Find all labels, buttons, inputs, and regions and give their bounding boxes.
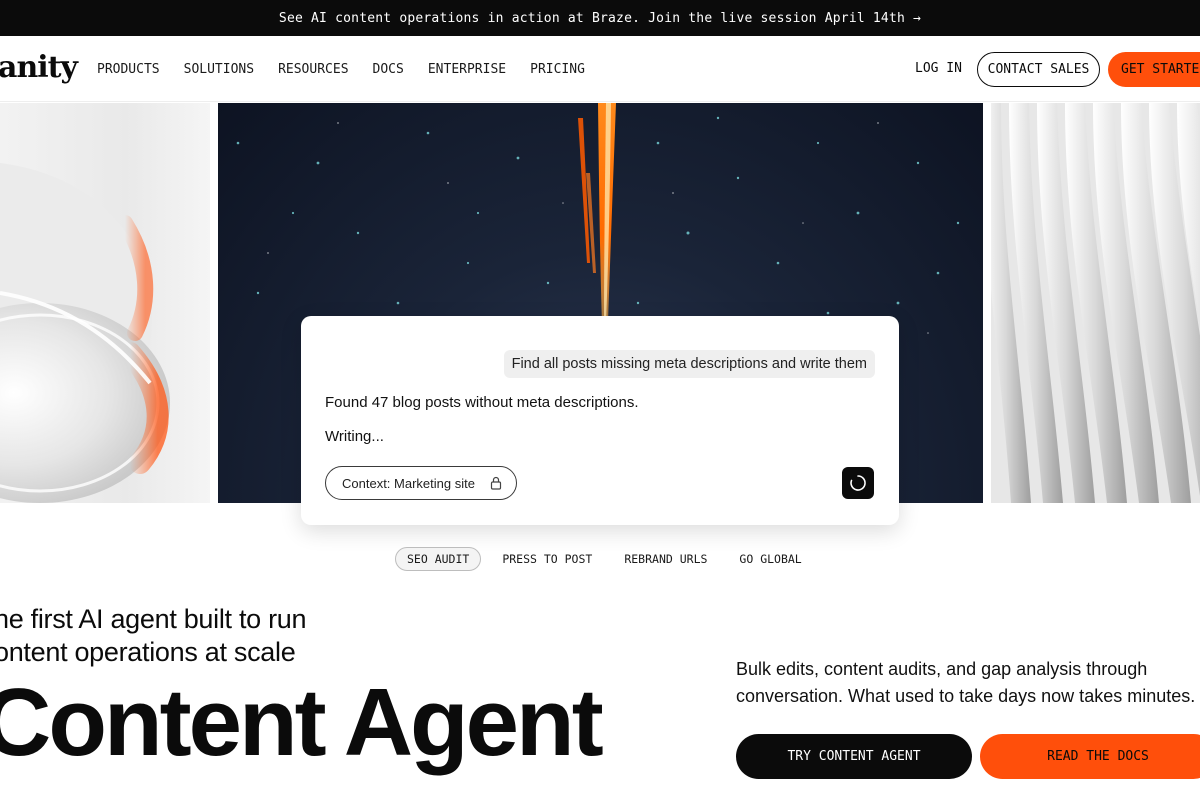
try-content-agent-button[interactable]: TRY CONTENT AGENT [736, 734, 972, 779]
tab-go-global[interactable]: GO GLOBAL [728, 547, 812, 571]
agent-status-text: Writing... [325, 428, 384, 445]
user-prompt-bubble: Find all posts missing meta descriptions… [503, 350, 875, 378]
tab-press-to-post[interactable]: PRESS TO POST [491, 547, 603, 571]
contact-sales-button[interactable]: CONTACT SALES [977, 52, 1100, 87]
login-link[interactable]: LOG IN [915, 61, 962, 76]
announcement-bar[interactable]: See AI content operations in action at B… [0, 0, 1200, 36]
nav-item-resources[interactable]: RESOURCES [278, 62, 348, 77]
hero-image-right [991, 103, 1200, 503]
hero-description: Bulk edits, content audits, and gap anal… [736, 659, 1196, 706]
nav-item-enterprise[interactable]: ENTERPRISE [428, 62, 506, 77]
spinner-icon [849, 474, 867, 492]
context-selector[interactable]: Context: Marketing site [325, 466, 517, 500]
announcement-text[interactable]: See AI content operations in action at B… [279, 11, 921, 26]
hero-image-left [0, 103, 210, 503]
tab-seo-audit[interactable]: SEO AUDIT [395, 547, 482, 571]
main-nav: PRODUCTS SOLUTIONS RESOURCES DOCS ENTERP… [97, 36, 585, 102]
nav-item-products[interactable]: PRODUCTS [97, 62, 160, 77]
agent-reply-text: Found 47 blog posts without meta descrip… [325, 394, 639, 411]
context-label: Context: Marketing site [342, 475, 475, 491]
stop-generation-button[interactable] [842, 467, 874, 499]
nav-item-docs[interactable]: DOCS [373, 62, 404, 77]
lock-icon [490, 476, 502, 490]
get-started-button[interactable]: GET STARTED [1108, 52, 1200, 87]
use-case-tabs: SEO AUDIT PRESS TO POST REBRAND URLS GO … [395, 547, 813, 571]
agent-chat-card: Find all posts missing meta descriptions… [301, 316, 899, 525]
nav-item-solutions[interactable]: SOLUTIONS [184, 62, 254, 77]
read-the-docs-button[interactable]: READ THE DOCS [980, 734, 1200, 779]
hero-title: Content Agent [0, 669, 604, 776]
logo[interactable]: anity [0, 50, 78, 85]
hero-subheading: he first AI agent built to run ontent op… [0, 604, 307, 667]
site-header: anity PRODUCTS SOLUTIONS RESOURCES DOCS … [0, 36, 1200, 102]
tab-rebrand-urls[interactable]: REBRAND URLS [613, 547, 718, 571]
nav-item-pricing[interactable]: PRICING [530, 62, 585, 77]
